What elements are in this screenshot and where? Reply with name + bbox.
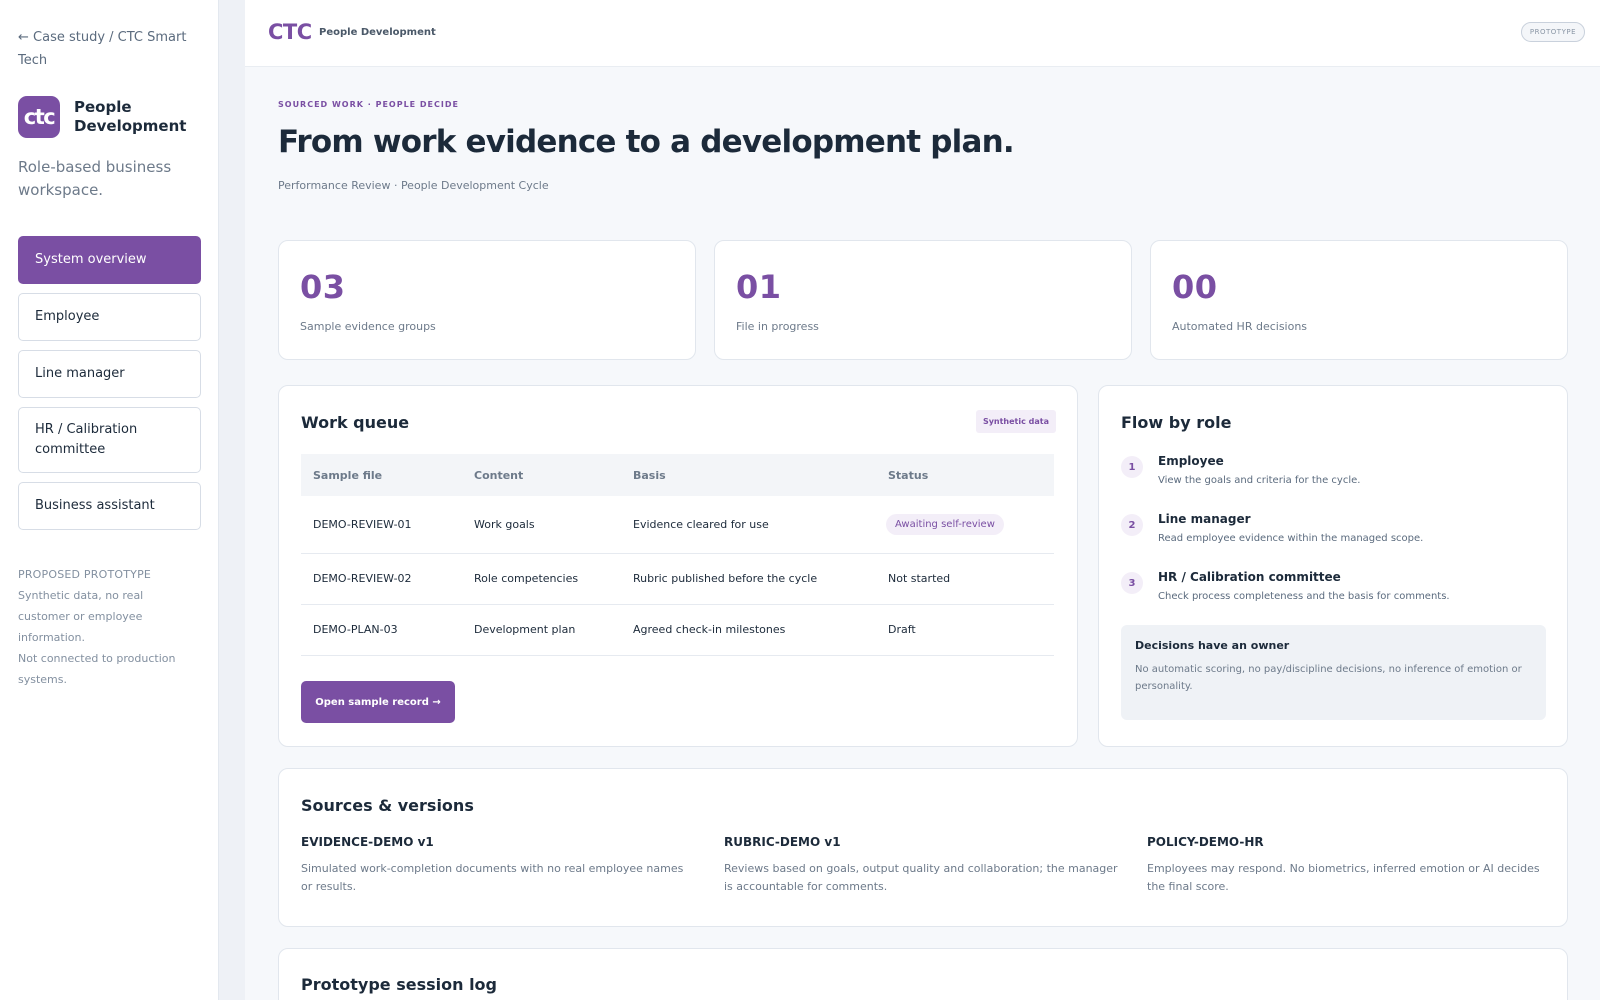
decisions-note-title: Decisions have an owner: [1135, 639, 1290, 652]
sources-card: Sources & versions EVIDENCE-DEMO v1 Simu…: [278, 768, 1568, 927]
synthetic-data-badge: Synthetic data: [975, 410, 1056, 433]
nav-item-label: Line manager: [35, 366, 125, 381]
brand: ctc People Development: [18, 96, 200, 138]
cell-sample-file: DEMO-PLAN-03: [301, 604, 462, 656]
step-role: HR / Calibration committee: [1158, 570, 1341, 584]
prototype-notice-title: PROPOSED PROTOTYPE: [18, 568, 152, 581]
work-queue-title: Work queue: [301, 413, 410, 432]
cell-content: Development plan: [462, 604, 621, 656]
role-nav: System overview Employee Line manager HR…: [18, 236, 201, 530]
source-rubric-demo: RUBRIC-DEMO v1 Reviews based on goals, o…: [724, 835, 1119, 896]
step-role: Line manager: [1158, 512, 1251, 526]
step-role: Employee: [1158, 454, 1224, 468]
step-number: 2: [1121, 514, 1143, 536]
decisions-note-text: No automatic scoring, no pay/discipline …: [1135, 664, 1522, 692]
page-title: From work evidence to a development plan…: [278, 124, 1015, 160]
stat-label: Sample evidence groups: [300, 320, 436, 333]
decisions-note: Decisions have an owner No automatic sco…: [1121, 625, 1546, 720]
cell-sample-file: DEMO-REVIEW-02: [301, 553, 462, 605]
status-badge: Awaiting self-review: [886, 513, 1004, 535]
stat-card-automated-decisions: 00 Automated HR decisions: [1150, 240, 1568, 360]
back-to-case-study-link[interactable]: ← Case study / CTC Smart Tech: [18, 26, 188, 72]
stat-value: 01: [736, 268, 782, 306]
cell-status: Not started: [876, 553, 1054, 605]
nav-item-label: HR / Calibration committee: [35, 422, 138, 457]
brand-name: People Development: [74, 98, 187, 135]
table-row[interactable]: DEMO-PLAN-03 Development plan Agreed che…: [301, 604, 1054, 656]
column-header-status: Status: [876, 454, 1054, 496]
flow-title: Flow by role: [1121, 413, 1232, 432]
cell-status: Awaiting self-review: [876, 496, 1054, 554]
stat-label: Automated HR decisions: [1172, 320, 1308, 333]
step-description: Check process completeness and the basis…: [1158, 591, 1450, 602]
sidebar-gutter: [219, 0, 245, 1000]
column-header-sample-file: Sample file: [301, 454, 462, 496]
page-eyebrow: SOURCED WORK · PEOPLE DECIDE: [278, 100, 459, 109]
nav-item-system-overview[interactable]: System overview: [18, 236, 201, 284]
topbar-section: People Development: [319, 27, 436, 38]
topbar-brand: CTC: [268, 20, 312, 44]
tagline: Role-based business workspace.: [18, 158, 172, 199]
session-log-title: Prototype session log: [301, 975, 497, 994]
stat-card-evidence-groups: 03 Sample evidence groups: [278, 240, 696, 360]
cell-basis: Agreed check-in milestones: [621, 604, 876, 656]
cell-basis: Evidence cleared for use: [621, 496, 876, 554]
column-header-basis: Basis: [621, 454, 876, 496]
step-number: 3: [1121, 572, 1143, 594]
nav-item-line-manager[interactable]: Line manager: [18, 350, 201, 398]
ctc-logo: ctc: [18, 96, 60, 138]
source-name: EVIDENCE-DEMO v1: [301, 835, 434, 849]
prototype-notice-line: Not connected to production systems.: [18, 652, 176, 686]
step-description: Read employee evidence within the manage…: [1158, 533, 1424, 544]
nav-item-label: Employee: [35, 309, 100, 324]
source-description: Employees may respond. No biometrics, in…: [1147, 862, 1540, 893]
stat-card-file-in-progress: 01 File in progress: [714, 240, 1132, 360]
page-subtitle: Performance Review · People Development …: [278, 179, 549, 192]
stat-value: 03: [300, 268, 346, 306]
stat-value: 00: [1172, 268, 1218, 306]
column-header-content: Content: [462, 454, 621, 496]
prototype-badge: PROTOTYPE: [1520, 22, 1585, 42]
source-policy-demo-hr: POLICY-DEMO-HR Employees may respond. No…: [1147, 835, 1542, 896]
cell-basis: Rubric published before the cycle: [621, 553, 876, 605]
nav-item-label: System overview: [35, 252, 147, 267]
nav-item-hr-calibration[interactable]: HR / Calibration committee: [18, 407, 201, 473]
sources-title: Sources & versions: [301, 796, 474, 815]
step-description: View the goals and criteria for the cycl…: [1158, 475, 1361, 486]
cell-sample-file: DEMO-REVIEW-01: [301, 496, 462, 554]
prototype-notice-line: Synthetic data, no real customer or empl…: [18, 589, 144, 644]
work-queue-table: Sample file Content Basis Status DEMO-RE…: [301, 454, 1054, 656]
stat-label: File in progress: [736, 320, 819, 333]
flow-by-role-card: Flow by role 1 Employee View the goals a…: [1098, 385, 1568, 747]
work-queue-card: Work queue Synthetic data Sample file Co…: [278, 385, 1078, 747]
source-name: POLICY-DEMO-HR: [1147, 835, 1264, 849]
nav-item-employee[interactable]: Employee: [18, 293, 201, 341]
nav-item-business-assistant[interactable]: Business assistant: [18, 482, 201, 530]
source-name: RUBRIC-DEMO v1: [724, 835, 841, 849]
source-description: Simulated work-completion documents with…: [301, 862, 684, 893]
table-row[interactable]: DEMO-REVIEW-01 Work goals Evidence clear…: [301, 496, 1054, 554]
session-log-card: Prototype session log: [278, 948, 1568, 1000]
sidebar: ← Case study / CTC Smart Tech ctc People…: [0, 0, 219, 1000]
cell-content: Role competencies: [462, 553, 621, 605]
prototype-notice: PROPOSED PROTOTYPE Synthetic data, no re…: [18, 564, 198, 690]
open-sample-record-button[interactable]: Open sample record →: [301, 681, 455, 723]
table-row[interactable]: DEMO-REVIEW-02 Role competencies Rubric …: [301, 553, 1054, 605]
topbar: CTC People Development PROTOTYPE: [245, 0, 1600, 67]
table-header-row: Sample file Content Basis Status: [301, 454, 1054, 496]
source-evidence-demo: EVIDENCE-DEMO v1 Simulated work-completi…: [301, 835, 696, 896]
source-description: Reviews based on goals, output quality a…: [724, 862, 1118, 893]
nav-item-label: Business assistant: [35, 498, 155, 513]
cell-status: Draft: [876, 604, 1054, 656]
step-number: 1: [1121, 456, 1143, 478]
cell-content: Work goals: [462, 496, 621, 554]
